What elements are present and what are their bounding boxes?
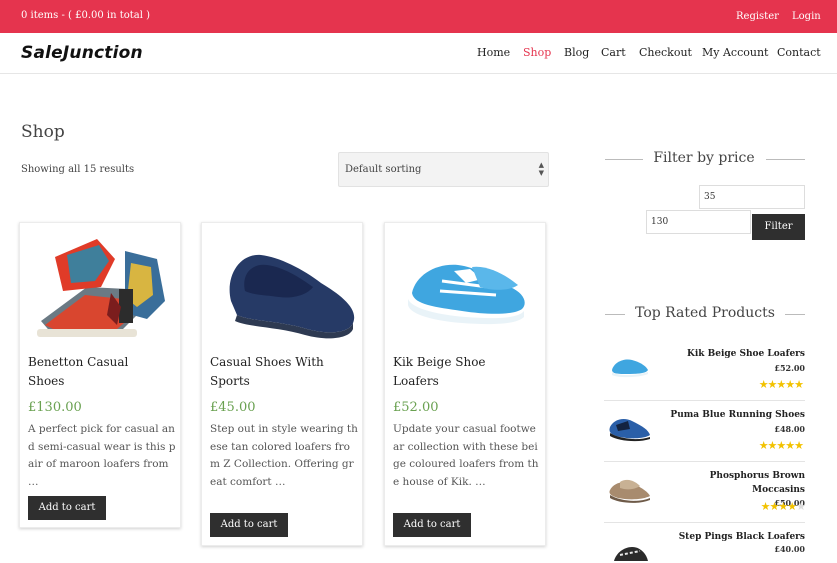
product-thumbnail[interactable] <box>606 531 652 563</box>
nav-blog[interactable]: Blog <box>564 46 589 59</box>
widget-divider <box>766 159 805 160</box>
product-price: £52.00 <box>393 400 439 415</box>
top-rated-name[interactable]: Kik Beige Shoe Loafers <box>665 347 805 361</box>
top-rated-title: Top Rated Products <box>635 305 775 321</box>
filter-title: Filter by price <box>653 150 755 166</box>
add-to-cart-button[interactable]: Add to cart <box>393 513 471 537</box>
product-card[interactable]: Casual Shoes With Sports £45.00 Step out… <box>201 222 363 546</box>
product-description: Step out in style wearing these tan colo… <box>210 423 358 488</box>
sort-arrows-icon: ▲ ▼ <box>538 161 544 177</box>
product-image[interactable] <box>392 229 538 345</box>
top-rated-item[interactable]: Kik Beige Shoe Loafers £52.00 ★★★★★ <box>604 340 805 401</box>
sorting-select[interactable]: Default sorting ▲ ▼ <box>338 152 549 187</box>
nav-cart[interactable]: Cart <box>601 46 626 59</box>
top-rated-item[interactable]: Puma Blue Running Shoes £48.00 ★★★★★ <box>604 401 805 462</box>
top-rated-name[interactable]: Puma Blue Running Shoes <box>665 408 805 422</box>
top-rated-name[interactable]: Step Pings Black Loafers <box>665 530 805 544</box>
max-price-input[interactable]: 130 <box>646 210 751 234</box>
filter-button[interactable]: Filter <box>752 214 805 240</box>
product-price: £45.00 <box>210 400 256 415</box>
widget-divider <box>605 314 625 315</box>
widget-divider <box>605 159 643 160</box>
top-rated-price: £40.00 <box>774 544 805 554</box>
register-link[interactable]: Register <box>736 11 779 22</box>
nav-my-account[interactable]: My Account <box>702 46 768 59</box>
add-to-cart-button[interactable]: Add to cart <box>28 496 106 520</box>
widget-divider <box>785 314 805 315</box>
product-title[interactable]: Benetton Casual Shoes <box>28 353 158 391</box>
login-link[interactable]: Login <box>792 11 821 22</box>
page-title: Shop <box>21 122 65 142</box>
nav-contact[interactable]: Contact <box>777 46 821 59</box>
product-description: A perfect pick for casual and semi-casua… <box>28 423 176 488</box>
mini-cart-summary[interactable]: 0 items - ( £0.00 in total ) <box>21 10 150 21</box>
min-price-input[interactable]: 35 <box>699 185 805 209</box>
top-rated-item[interactable]: Step Pings Black Loafers £40.00 <box>604 523 805 563</box>
top-rated-price: £48.00 <box>774 424 805 434</box>
nav-home[interactable]: Home <box>477 46 510 59</box>
star-rating-icon: ★★★★★ <box>760 500 806 513</box>
product-description: Update your casual footwear collection w… <box>393 423 539 488</box>
site-logo[interactable]: SaleJunction <box>21 43 143 63</box>
top-rated-name[interactable]: Phosphorus Brown Moccasins <box>665 469 805 497</box>
product-image[interactable] <box>27 229 173 345</box>
product-title[interactable]: Kik Beige Shoe Loafers <box>393 353 523 391</box>
product-title[interactable]: Casual Shoes With Sports <box>210 353 340 391</box>
result-count: Showing all 15 results <box>21 164 135 175</box>
top-bar: 0 items - ( £0.00 in total ) Register Lo… <box>0 0 837 33</box>
nav-checkout[interactable]: Checkout <box>639 46 692 59</box>
star-rating-icon: ★★★★★ <box>758 439 804 452</box>
top-rated-price: £52.00 <box>774 363 805 373</box>
site-header: SaleJunction Home Shop Blog Cart Checkou… <box>0 33 837 74</box>
nav-shop[interactable]: Shop <box>523 46 551 59</box>
product-price: £130.00 <box>28 400 82 415</box>
top-rated-item[interactable]: Phosphorus Brown Moccasins £50.00 ★★★★★ <box>604 462 806 523</box>
star-rating-icon: ★★★★★ <box>758 378 804 391</box>
product-thumbnail[interactable] <box>606 409 652 443</box>
add-to-cart-button[interactable]: Add to cart <box>210 513 288 537</box>
product-thumbnail[interactable] <box>606 348 652 382</box>
product-card[interactable]: Kik Beige Shoe Loafers £52.00 Update you… <box>384 222 546 546</box>
product-card[interactable]: Benetton Casual Shoes £130.00 A perfect … <box>19 222 181 528</box>
sorting-value: Default sorting <box>345 164 422 175</box>
product-thumbnail[interactable] <box>606 470 652 504</box>
product-image[interactable] <box>209 229 355 345</box>
